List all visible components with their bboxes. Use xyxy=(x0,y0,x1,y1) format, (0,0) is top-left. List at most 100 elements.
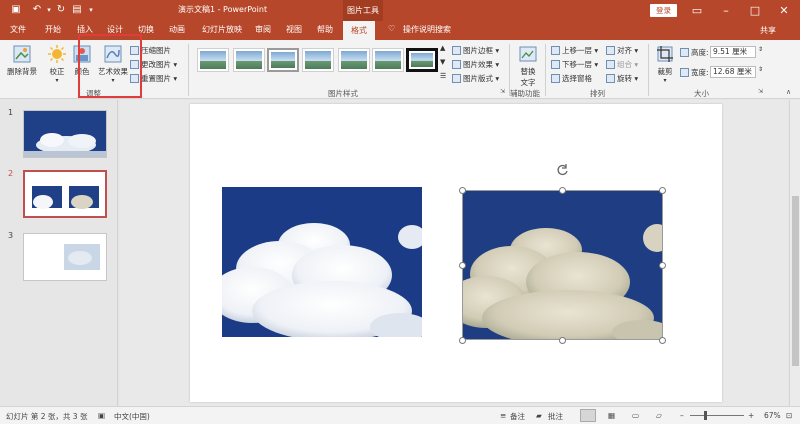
picture-style-5[interactable] xyxy=(338,48,370,72)
cloud-image xyxy=(222,187,422,337)
slideshow-view-icon[interactable]: ▱ xyxy=(656,411,662,420)
slide-thumbnail-1[interactable] xyxy=(23,110,107,158)
height-input[interactable]: 9.51 厘米 xyxy=(710,46,756,58)
spellcheck-icon[interactable]: ▣ xyxy=(98,411,105,420)
bring-forward-button[interactable]: 上移一层 ▾ xyxy=(551,45,598,56)
alt-text-button[interactable]: 替换 文字 xyxy=(514,44,542,88)
tab-view[interactable]: 视图 xyxy=(286,24,302,35)
picture-style-7[interactable] xyxy=(406,48,438,72)
resize-handle-bottom[interactable] xyxy=(559,337,566,344)
notes-button[interactable]: 备注 xyxy=(510,411,525,422)
normal-view-icon[interactable] xyxy=(580,409,596,422)
tab-slideshow[interactable]: 幻灯片放映 xyxy=(202,24,242,35)
height-icon xyxy=(680,48,689,57)
login-button[interactable]: 登录 xyxy=(650,4,677,17)
resize-handle-bottom-left[interactable] xyxy=(459,337,466,344)
tab-animations[interactable]: 动画 xyxy=(169,24,185,35)
picture-effects-button[interactable]: 图片效果 ▾ xyxy=(452,59,499,70)
rotate-button[interactable]: 旋转 ▾ xyxy=(606,73,638,84)
slide-2-preview xyxy=(25,172,105,216)
remove-background-icon xyxy=(12,44,32,64)
picture-styles-group-label: 图片样式 xyxy=(328,89,358,98)
picture-style-2[interactable] xyxy=(233,48,265,72)
redo-icon[interactable]: ↻ xyxy=(54,3,68,17)
selection-frame xyxy=(462,190,663,340)
zoom-in-icon[interactable]: + xyxy=(748,411,754,420)
height-spinner-icon[interactable]: ⇕ xyxy=(758,46,763,53)
resize-handle-bottom-right[interactable] xyxy=(659,337,666,344)
remove-background-button[interactable]: 删除背景 xyxy=(4,44,40,77)
selection-pane-button[interactable]: 选择窗格 xyxy=(551,73,592,84)
resize-handle-right[interactable] xyxy=(659,262,666,269)
tab-review[interactable]: 审阅 xyxy=(255,24,271,35)
gallery-more-icon[interactable]: ☰ xyxy=(440,72,446,80)
slide-thumbnail-3[interactable] xyxy=(23,233,107,281)
slide-thumbnail-2[interactable] xyxy=(23,170,107,218)
reading-view-icon[interactable]: ▭ xyxy=(632,411,639,420)
fit-to-window-icon[interactable]: ⊡ xyxy=(786,411,792,420)
title-bar: ▣ ↶ ▾ ↻ ▤ ▾ 演示文稿1 - PowerPoint 图片工具 登录 ▭… xyxy=(0,0,800,21)
picture-style-1[interactable] xyxy=(197,48,229,72)
customize-qat-icon[interactable]: ▾ xyxy=(84,3,98,17)
width-label: 宽度: xyxy=(680,67,709,78)
width-spinner-icon[interactable]: ⇕ xyxy=(758,66,763,73)
collapse-ribbon-icon[interactable]: ∧ xyxy=(786,88,791,96)
sun-icon xyxy=(47,44,67,64)
gallery-scroll-up-icon[interactable]: ▲ xyxy=(440,44,445,52)
slide-number-active: 2 xyxy=(8,169,14,178)
tell-me-search[interactable]: 操作说明搜索 xyxy=(403,24,451,35)
picture-style-4[interactable] xyxy=(302,48,334,72)
crop-icon xyxy=(655,44,675,64)
size-dialog-launcher-icon[interactable]: ⇲ xyxy=(758,88,763,95)
maximize-icon[interactable]: □ xyxy=(741,0,769,21)
comments-icon[interactable]: ▰ xyxy=(536,411,542,420)
align-button[interactable]: 对齐 ▾ xyxy=(606,45,638,56)
zoom-level[interactable]: 67% xyxy=(764,411,781,420)
picture-border-button[interactable]: 图片边框 ▾ xyxy=(452,45,499,56)
scrollbar-thumb[interactable] xyxy=(792,196,799,366)
zoom-slider-thumb[interactable] xyxy=(704,411,707,420)
close-icon[interactable]: ✕ xyxy=(770,0,798,21)
width-input[interactable]: 12.68 厘米 xyxy=(710,66,756,78)
tab-file[interactable]: 文件 xyxy=(10,24,26,35)
crop-button[interactable]: 裁剪 ▾ xyxy=(654,44,676,84)
present-from-start-icon[interactable]: ▤ xyxy=(70,3,84,17)
rotate-handle-icon[interactable] xyxy=(556,163,569,176)
resize-handle-top[interactable] xyxy=(559,187,566,194)
vertical-scrollbar[interactable] xyxy=(789,100,800,406)
picture-style-3[interactable] xyxy=(267,48,299,72)
minimize-icon[interactable]: – xyxy=(712,0,740,21)
ribbon-display-options-icon[interactable]: ▭ xyxy=(683,0,711,21)
group-icon xyxy=(606,60,615,69)
slide-counter: 幻灯片 第 2 张，共 3 张 xyxy=(6,412,88,421)
resize-handle-left[interactable] xyxy=(459,262,466,269)
dialog-launcher-icon[interactable]: ⇲ xyxy=(500,88,505,95)
chevron-down-icon: ▾ xyxy=(663,77,667,84)
send-backward-button[interactable]: 下移一层 ▾ xyxy=(551,59,598,70)
slide-sorter-icon[interactable]: ▦ xyxy=(608,411,615,420)
share-button[interactable]: 共享 xyxy=(760,25,776,36)
group-objects-button[interactable]: 组合 ▾ xyxy=(606,59,638,70)
zoom-out-icon[interactable]: – xyxy=(680,411,684,420)
cloud-picture-original[interactable] xyxy=(222,187,422,337)
gallery-scroll-down-icon[interactable]: ▼ xyxy=(440,58,445,66)
tab-help[interactable]: 帮助 xyxy=(317,24,333,35)
corrections-button[interactable]: 校正 ▾ xyxy=(44,44,70,84)
highlight-annotation xyxy=(78,34,142,98)
slide-1-cloud-image xyxy=(24,111,106,157)
group-divider xyxy=(188,44,189,96)
notes-icon[interactable]: ≡ xyxy=(500,411,506,420)
tab-home[interactable]: 开始 xyxy=(45,24,61,35)
picture-style-6[interactable] xyxy=(372,48,404,72)
save-icon[interactable]: ▣ xyxy=(9,3,23,17)
accessibility-group-label: 辅助功能 xyxy=(510,89,540,98)
comments-button[interactable]: 批注 xyxy=(548,411,563,422)
resize-handle-top-right[interactable] xyxy=(659,187,666,194)
tab-format[interactable]: 格式 xyxy=(343,21,375,40)
zoom-slider[interactable] xyxy=(690,415,744,416)
picture-layout-button[interactable]: 图片版式 ▾ xyxy=(452,73,499,84)
language-indicator[interactable]: 中文(中国) xyxy=(114,411,150,422)
slide-3-preview xyxy=(24,234,106,280)
resize-handle-top-left[interactable] xyxy=(459,187,466,194)
group-divider xyxy=(545,44,546,96)
